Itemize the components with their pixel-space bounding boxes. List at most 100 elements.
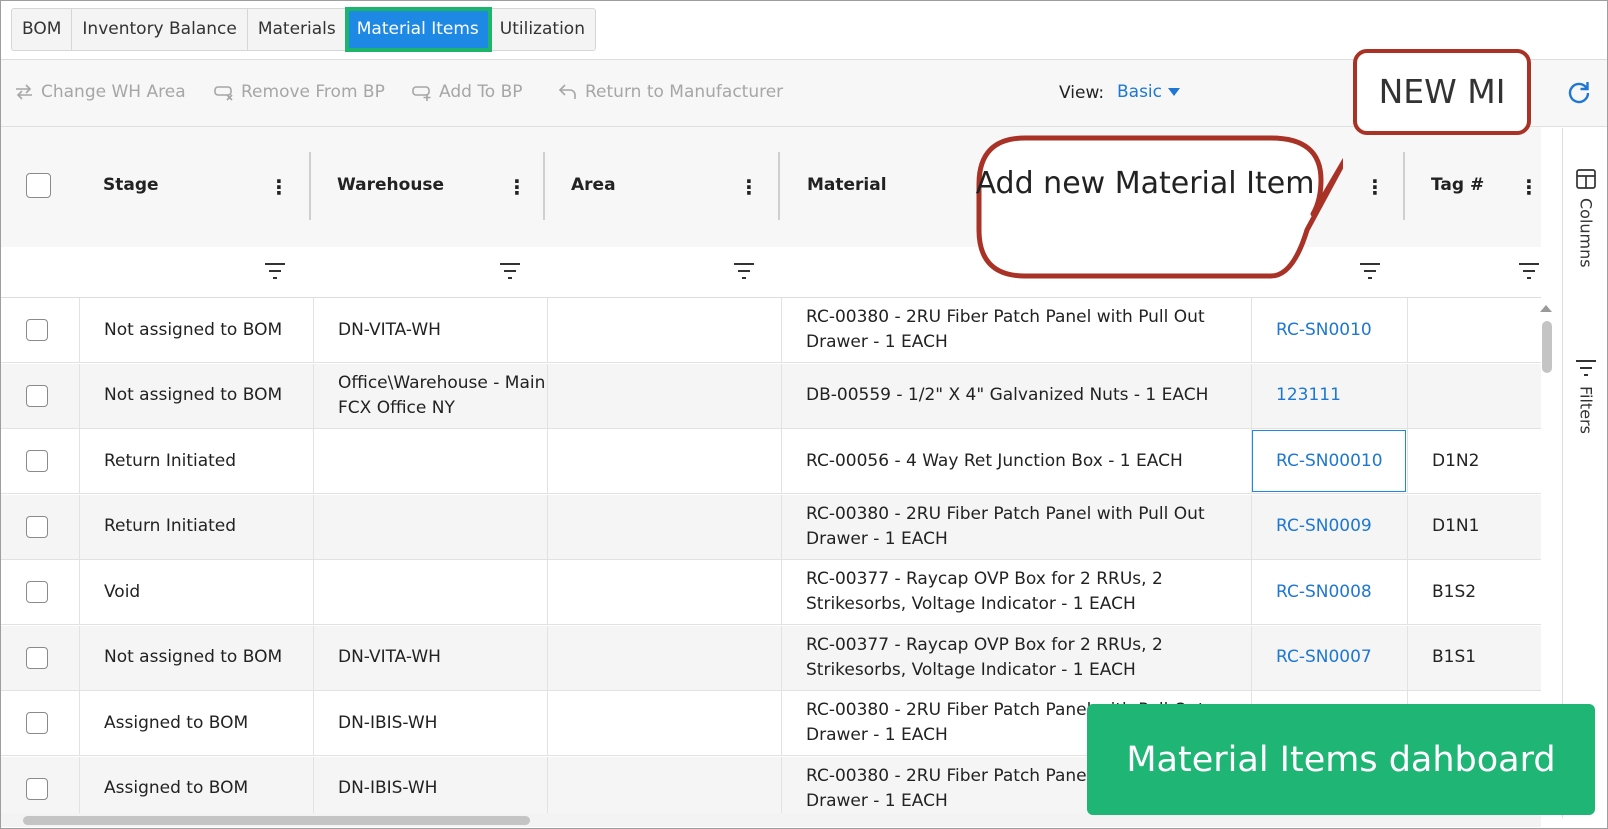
column-header-warehouse[interactable]: Warehouse ⋮ [313,127,545,247]
module-tabs: BOM Inventory Balance Materials Material… [11,7,596,52]
add-to-bp-button[interactable]: Add To BP [411,82,523,102]
tab-bom[interactable]: BOM [12,9,73,50]
area-cell [547,363,781,428]
refresh-icon[interactable] [1566,79,1592,105]
column-header-tag[interactable]: Tag # ⋮ [1407,127,1541,247]
return-to-manufacturer-label: Return to Manufacturer [585,82,784,102]
stage-cell: Assigned to BOM [79,691,313,755]
stage-cell: Return Initiated [79,494,313,559]
column-title-area: Area [571,175,616,195]
stage-cell: Not assigned to BOM [79,625,313,690]
stage-cell: Void [79,560,313,624]
filters-panel-toggle[interactable]: Filters [1571,358,1601,434]
tab-utilization[interactable]: Utilization [490,9,595,50]
column-menu-icon[interactable]: ⋮ [507,175,527,199]
return-to-manufacturer-button[interactable]: Return to Manufacturer [557,82,783,102]
filter-icon[interactable] [264,261,286,281]
row-checkbox[interactable] [26,384,48,407]
warehouse-cell: Office\Warehouse - Main FCX Office NY [313,363,547,428]
material-cell: DB-00559 - 1/2" X 4" Galvanized Nuts - 1… [781,363,1251,428]
tab-material-items[interactable]: Material Items [344,7,492,52]
dashboard-banner: Material Items dahboard [1087,704,1595,815]
tag-cell [1407,363,1541,428]
area-cell [547,429,781,493]
column-separator[interactable] [778,152,780,220]
scroll-up-arrow-icon[interactable] [1538,302,1554,314]
row-checkbox[interactable] [26,450,48,472]
serial-cell[interactable]: RC-SN0008 [1251,560,1407,624]
table-row[interactable]: Return Initiated RC-00056 - 4 Way Ret Jun… [1,429,1541,494]
stage-cell: Assigned to BOM [79,756,313,817]
serial-cell[interactable]: RC-SN0009 [1251,494,1407,559]
material-cell: RC-00377 - Raycap OVP Box for 2 RRUs, 2 … [781,625,1251,690]
area-cell [547,494,781,559]
add-to-bp-label: Add To BP [439,82,523,102]
filters-label: Filters [1576,386,1596,434]
tag-cell: B1S2 [1407,560,1541,624]
warehouse-cell: DN-VITA-WH [313,298,547,362]
warehouse-cell [313,494,547,559]
filter-icon[interactable] [1359,261,1381,281]
select-all-checkbox[interactable] [26,173,51,198]
row-checkbox[interactable] [26,777,48,800]
warehouse-cell [313,429,547,493]
material-cell: RC-00377 - Raycap OVP Box for 2 RRUs, 2 … [781,560,1251,624]
table-row[interactable]: Return Initiated RC-00380 - 2RU Fiber Pat… [1,494,1541,560]
table-row[interactable]: Not assigned to BOM Office\Warehouse - Ma… [1,363,1541,429]
row-checkbox[interactable] [26,712,48,734]
tab-inventory-balance[interactable]: Inventory Balance [72,9,248,50]
column-menu-icon[interactable]: ⋮ [739,175,759,199]
view-selector[interactable]: Basic [1117,82,1181,102]
add-box-icon [412,86,431,101]
view-value: Basic [1117,82,1163,102]
change-wh-area-button[interactable]: Change WH Area [13,82,186,102]
serial-cell[interactable]: RC-SN0007 [1251,625,1407,690]
tag-cell [1407,298,1541,362]
table-row[interactable]: Void RC-00377 - Raycap OVP Box for 2 RRUs… [1,560,1541,625]
row-checkbox[interactable] [26,319,48,341]
area-cell [547,298,781,362]
filter-icon[interactable] [499,261,521,281]
warehouse-cell [313,560,547,624]
row-checkbox[interactable] [26,581,48,603]
stage-cell: Return Initiated [79,429,313,493]
area-cell [547,560,781,624]
column-menu-icon[interactable]: ⋮ [269,175,289,199]
filter-icon[interactable] [1518,261,1540,281]
column-menu-icon[interactable]: ⋮ [1365,175,1385,199]
area-cell [547,756,781,817]
warehouse-cell: DN-VITA-WH [313,625,547,690]
warehouse-cell: DN-IBIS-WH [313,756,547,817]
column-header-stage[interactable]: Stage ⋮ [79,127,311,247]
area-cell [547,691,781,755]
columns-panel-toggle[interactable]: Columns [1571,168,1601,268]
column-separator[interactable] [309,152,311,220]
return-arrow-icon [558,84,576,99]
table-row[interactable]: Not assigned to BOM DN-VITA-WH RC-00380 - … [1,298,1541,363]
filter-icon[interactable] [733,261,755,281]
material-cell: RC-00380 - 2RU Fiber Patch Panel with Pu… [781,494,1251,559]
remove-box-icon [214,86,233,101]
stage-cell: Not assigned to BOM [79,363,313,428]
view-label: View: [1059,83,1105,103]
column-header-area[interactable]: Area ⋮ [547,127,779,247]
column-menu-icon[interactable]: ⋮ [1519,175,1539,199]
row-checkbox[interactable] [26,646,48,669]
app-frame: BOM Inventory Balance Materials Material… [0,0,1608,829]
new-mi-button[interactable]: NEW MI [1353,49,1531,135]
row-checkbox[interactable] [26,515,48,538]
table-row[interactable]: Not assigned to BOM DN-VITA-WH RC-00377 - … [1,625,1541,691]
horizontal-scroll-thumb[interactable] [23,816,530,825]
serial-cell[interactable]: RC-SN0010 [1251,298,1407,362]
column-separator[interactable] [1403,152,1405,220]
vertical-scroll-thumb[interactable] [1542,321,1552,373]
column-separator[interactable] [543,152,545,220]
column-title-tag: Tag # [1431,175,1485,195]
serial-cell[interactable]: 123111 [1251,363,1407,428]
remove-from-bp-button[interactable]: Remove From BP [213,82,385,102]
tab-materials[interactable]: Materials [248,9,347,50]
serial-cell[interactable]: RC-SN00010 [1251,429,1407,493]
column-title-stage: Stage [103,175,159,195]
area-cell [547,625,781,690]
warehouse-cell: DN-IBIS-WH [313,691,547,755]
